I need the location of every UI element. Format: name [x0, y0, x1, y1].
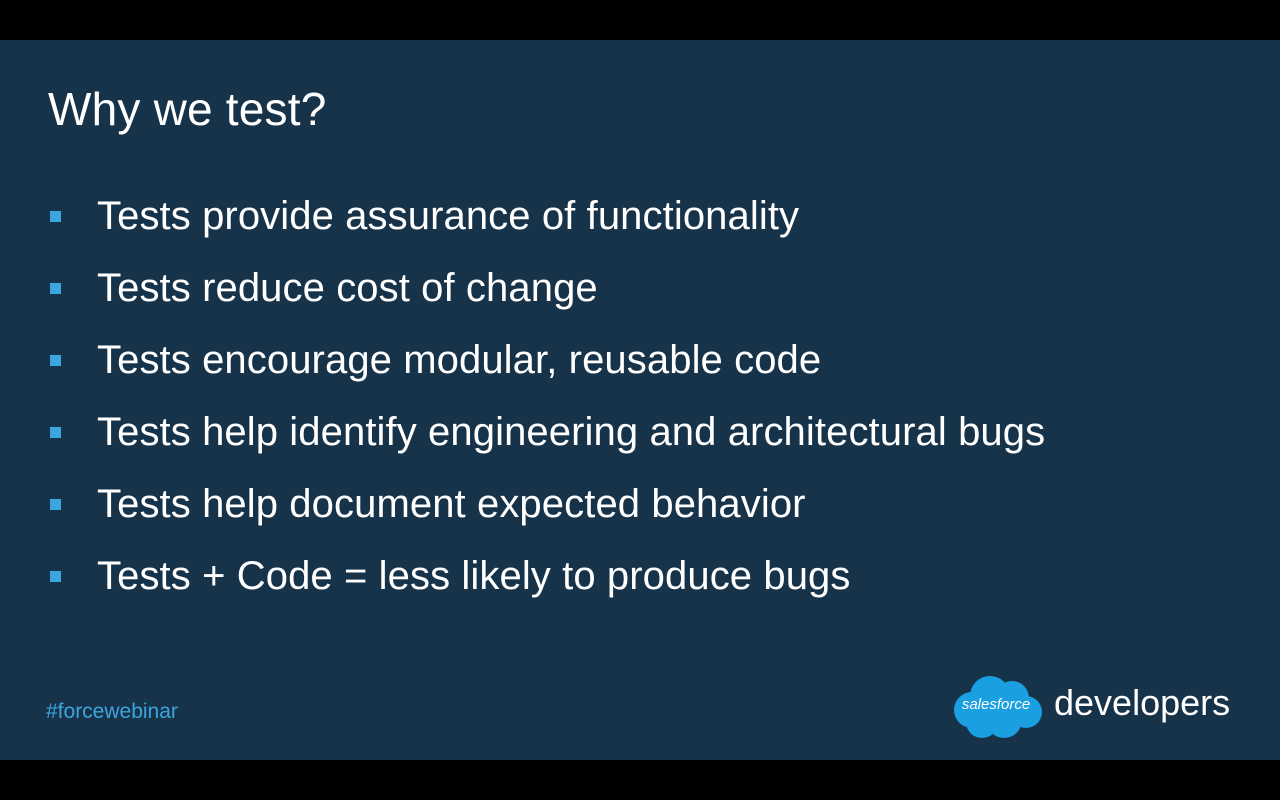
salesforce-developers-logo: salesforce developers — [946, 672, 1246, 742]
bullet-item: Tests + Code = less likely to produce bu… — [50, 548, 1045, 620]
bullet-item: Tests provide assurance of functionality — [50, 188, 1045, 260]
bullet-text: Tests + Code = less likely to produce bu… — [97, 554, 851, 598]
presentation-slide: Why we test? Tests provide assurance of … — [0, 40, 1280, 760]
bullet-item: Tests encourage modular, reusable code — [50, 332, 1045, 404]
slide-title: Why we test? — [48, 83, 327, 135]
bullet-item: Tests help document expected behavior — [50, 476, 1045, 548]
logo-wordmark: developers — [1054, 682, 1231, 723]
square-bullet-icon — [50, 283, 61, 294]
bullet-text: Tests help identify engineering and arch… — [97, 410, 1046, 454]
bullet-item: Tests help identify engineering and arch… — [50, 404, 1045, 476]
square-bullet-icon — [50, 427, 61, 438]
letterbox-top — [0, 0, 1280, 40]
bullet-text: Tests provide assurance of functionality — [97, 194, 800, 238]
bullet-text: Tests help document expected behavior — [97, 482, 806, 526]
logo-cloud-text: salesforce — [961, 696, 1031, 713]
bullet-list: Tests provide assurance of functionality… — [50, 188, 1045, 620]
square-bullet-icon — [50, 571, 61, 582]
bullet-text: Tests encourage modular, reusable code — [97, 338, 822, 382]
letterbox-bottom — [0, 760, 1280, 800]
bullet-text: Tests reduce cost of change — [97, 266, 598, 310]
square-bullet-icon — [50, 211, 61, 222]
square-bullet-icon — [50, 355, 61, 366]
square-bullet-icon — [50, 499, 61, 510]
bullet-item: Tests reduce cost of change — [50, 260, 1045, 332]
hashtag-label: #forcewebinar — [46, 700, 178, 723]
